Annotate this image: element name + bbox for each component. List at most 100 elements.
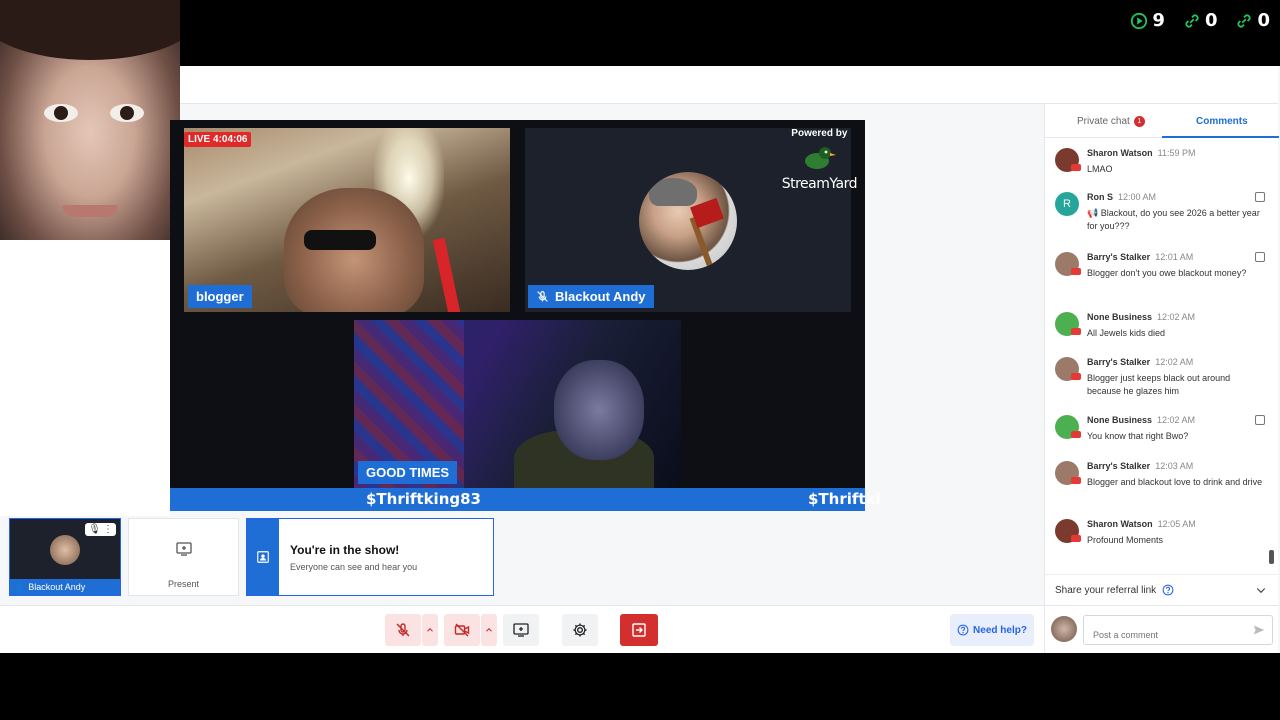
add-to-stream-icon[interactable] xyxy=(1255,192,1265,202)
comment-time: 12:03 AM xyxy=(1155,461,1194,471)
comment-text: Profound Moments xyxy=(1087,535,1164,545)
viewer-stat: 9 xyxy=(1130,10,1165,31)
comments-scrollbar[interactable] xyxy=(1269,144,1274,564)
present-button[interactable]: Present xyxy=(128,518,239,596)
avatar xyxy=(50,535,80,565)
powered-by-logo: Powered by StreamYard xyxy=(781,128,858,192)
comment-header: Sharon Watson 11:59 PM xyxy=(1087,148,1196,158)
participant-video xyxy=(284,188,424,312)
comment-header: None Business 12:02 AM xyxy=(1087,415,1195,425)
self-label: 👤 Blackout Andy xyxy=(10,579,120,595)
chevron-up-icon xyxy=(427,628,433,632)
broadcast-stage: blogger LIVE 4:04:06 Blackout Andy Power… xyxy=(170,120,881,511)
comment-header: Ron S 12:00 AM xyxy=(1087,192,1156,202)
mic-options-button[interactable] xyxy=(422,614,438,646)
tab-comments[interactable]: Comments xyxy=(1196,116,1248,127)
comment-time: 12:05 AM xyxy=(1157,519,1196,529)
present-screen-icon xyxy=(513,623,529,637)
link-stat-a: 0 xyxy=(1183,10,1218,31)
more-options-icon[interactable]: ⋮ xyxy=(103,524,113,535)
youtube-icon xyxy=(1071,164,1081,171)
sunglasses xyxy=(304,230,376,250)
comment-header: Barry's Stalker 12:02 AM xyxy=(1087,357,1193,367)
self-name: Blackout Andy xyxy=(28,582,86,592)
chevron-down-icon[interactable] xyxy=(1255,584,1267,596)
ticker-text: $Thriftki xyxy=(808,490,881,508)
comment-author: Sharon Watson xyxy=(1087,519,1153,529)
play-icon xyxy=(1131,12,1148,29)
scrollbar-thumb[interactable] xyxy=(1269,550,1274,564)
comment-header: Sharon Watson 12:05 AM xyxy=(1087,519,1196,529)
in-show-title: You're in the show! xyxy=(290,543,400,557)
tab-private-chat[interactable]: Private chat 1 xyxy=(1077,116,1145,127)
share-screen-button[interactable] xyxy=(503,614,539,646)
referral-link-row[interactable]: Share your referral link xyxy=(1045,574,1279,606)
post-comment-input[interactable] xyxy=(1083,615,1273,645)
participant-avatar xyxy=(639,172,737,270)
mic-muted-icon xyxy=(396,623,410,637)
mic-muted-icon xyxy=(537,291,548,302)
comments-list: Sharon Watson 11:59 PM LMAO R Ron S 12:00 AM 📢… xyxy=(1045,148,1271,560)
comment-text: 📢 Blackout, do you see 2026 a better yea… xyxy=(1087,208,1260,231)
avatar: R xyxy=(1055,192,1079,216)
comment-author: None Business xyxy=(1087,312,1153,322)
comment-time: 12:02 AM xyxy=(1157,415,1196,425)
brand-name: StreamYard xyxy=(781,176,858,192)
person-card-icon xyxy=(257,551,269,563)
link-icon xyxy=(1237,13,1252,28)
avatar xyxy=(1051,616,1077,642)
panel-tabs: Private chat 1 Comments xyxy=(1045,104,1279,138)
add-to-stream-icon[interactable] xyxy=(1255,415,1265,425)
mic-muted-icon[interactable]: 🎙 xyxy=(88,524,101,535)
need-help-label: Need help? xyxy=(973,624,1027,636)
comment-header: None Business 12:02 AM xyxy=(1087,312,1195,322)
comment-time: 12:02 AM xyxy=(1157,312,1196,322)
comment-author: Barry's Stalker xyxy=(1087,252,1151,262)
link-icon xyxy=(1185,13,1199,28)
comment-author: Barry's Stalker xyxy=(1087,357,1151,367)
send-icon[interactable] xyxy=(1253,624,1265,636)
youtube-icon xyxy=(1071,535,1081,542)
add-to-stream-icon[interactable] xyxy=(1255,252,1265,262)
help-icon[interactable] xyxy=(1162,584,1174,596)
post-comment-row xyxy=(1045,612,1279,648)
beanie xyxy=(649,178,697,206)
ticker-text: $Thriftking83 xyxy=(366,490,481,508)
control-toolbar: Need help? xyxy=(0,605,1044,653)
comment-text: Blogger just keeps black out around beca… xyxy=(1087,373,1231,396)
camera-off-icon xyxy=(454,623,470,637)
comment-author: Barry's Stalker xyxy=(1087,461,1151,471)
self-preview-tile[interactable]: 🎙 ⋮ 👤 Blackout Andy xyxy=(9,518,121,596)
leave-studio-button[interactable] xyxy=(620,614,658,646)
comment-author: None Business xyxy=(1087,415,1153,425)
scrolling-ticker: $Thriftking83 $Thriftki xyxy=(170,488,881,511)
in-show-notice: You're in the show! Everyone can see and… xyxy=(246,518,494,596)
comment-text: All Jewels kids died xyxy=(1087,328,1166,338)
camera-off-button[interactable] xyxy=(444,614,480,646)
youtube-icon xyxy=(1071,328,1081,335)
webcam-hair xyxy=(0,0,180,60)
unread-badge: 1 xyxy=(1133,116,1145,127)
comment-text: Blogger don't you owe blackout money? xyxy=(1087,268,1247,278)
settings-button[interactable] xyxy=(562,614,598,646)
name-tag-label: GOOD TIMES xyxy=(366,465,450,480)
name-tag: Blackout Andy xyxy=(528,285,654,308)
participant-tile-goodtimes: GOOD TIMES xyxy=(354,320,681,488)
active-tab-indicator xyxy=(1162,136,1279,138)
youtube-icon xyxy=(1071,268,1081,275)
mute-mic-button[interactable] xyxy=(385,614,421,646)
webcam-mouth xyxy=(62,205,118,217)
comment-time: 11:59 PM xyxy=(1157,148,1196,158)
powered-by-text: Powered by xyxy=(791,128,848,139)
webcam-overlay xyxy=(0,0,180,240)
need-help-button[interactable]: Need help? xyxy=(950,614,1034,646)
participant-tile-blogger: blogger xyxy=(184,128,510,312)
exit-icon xyxy=(632,623,646,637)
camera-options-button[interactable] xyxy=(481,614,497,646)
link-count-a: 0 xyxy=(1204,10,1218,31)
youtube-icon xyxy=(1071,477,1081,484)
webcam-eye xyxy=(44,104,78,122)
axe-head xyxy=(690,197,724,229)
comment-header: Barry's Stalker 12:01 AM xyxy=(1087,252,1193,262)
live-timer-badge: LIVE 4:04:06 xyxy=(184,132,252,147)
